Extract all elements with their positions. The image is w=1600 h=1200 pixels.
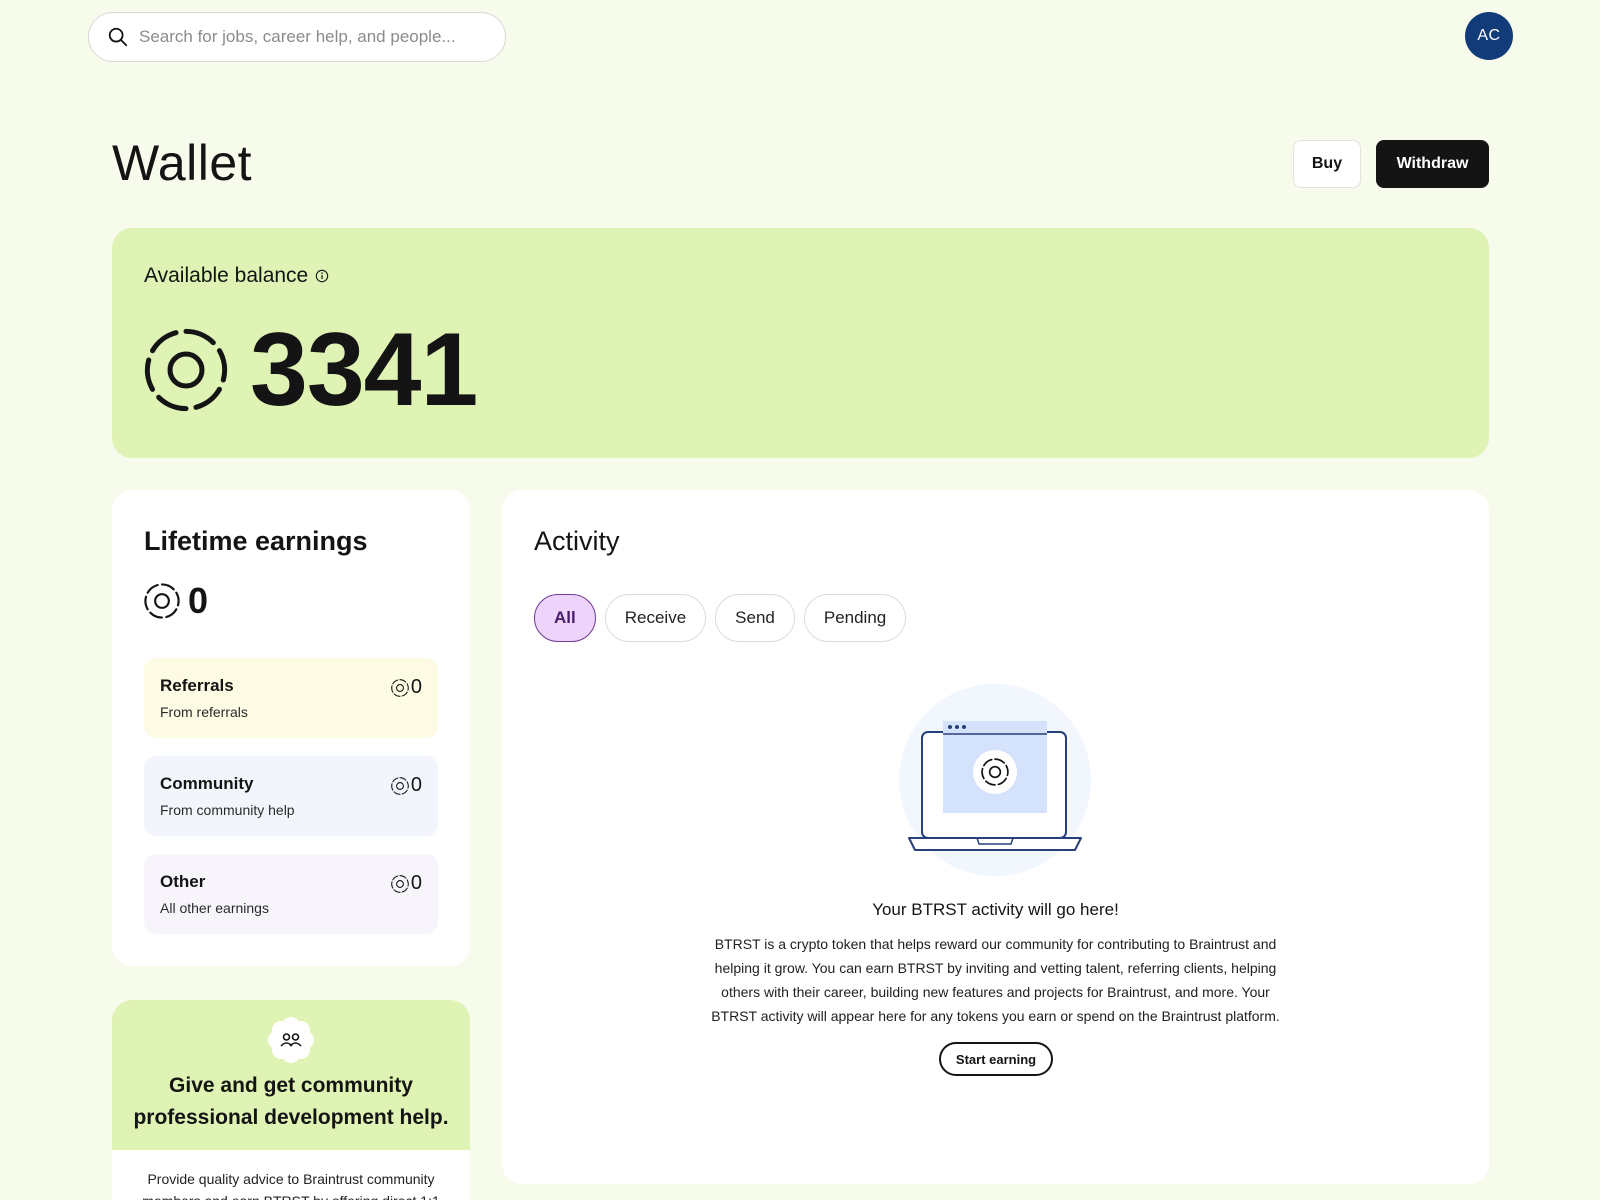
earning-amount-value: 0	[410, 676, 422, 698]
promo-headline: Give and get community professional deve…	[112, 1070, 470, 1134]
lifetime-earnings-card: Lifetime earnings 0 Referrals From refer…	[112, 490, 470, 966]
earning-desc: From community help	[160, 802, 295, 818]
community-people-icon	[268, 1017, 314, 1063]
activity-title: Activity	[534, 526, 620, 556]
lifetime-total: 0	[144, 580, 208, 622]
activity-tabs: All Receive Send Pending	[534, 594, 907, 642]
activity-card: Activity All Receive Send Pending Your B…	[502, 490, 1489, 1184]
community-promo-card: Give and get community professional deve…	[112, 1000, 470, 1200]
promo-text: Provide quality advice to Braintrust com…	[142, 1171, 440, 1200]
tab-all[interactable]: All	[534, 594, 596, 642]
earning-amount-value: 0	[410, 872, 422, 894]
tab-pending[interactable]: Pending	[803, 594, 907, 642]
promo-header: Give and get community professional deve…	[112, 1000, 470, 1150]
btrst-token-icon	[144, 328, 228, 412]
promo-headline-line: professional development help.	[133, 1106, 449, 1129]
search-bar[interactable]	[88, 12, 506, 62]
earning-item-referrals: Referrals From referrals 0	[144, 658, 438, 738]
balance-card: Available balance 3341	[112, 228, 1489, 458]
earning-desc: All other earnings	[160, 900, 269, 916]
buy-button[interactable]: Buy	[1293, 140, 1361, 188]
earning-name: Other	[160, 872, 206, 891]
search-icon	[108, 27, 128, 47]
balance-amount-row: 3341	[144, 312, 478, 428]
earning-name: Referrals	[160, 676, 234, 695]
lifetime-title: Lifetime earnings	[144, 526, 368, 556]
btrst-token-icon	[391, 679, 409, 697]
avatar[interactable]: AC	[1465, 12, 1513, 60]
earning-item-community: Community From community help 0	[144, 756, 438, 836]
balance-value: 3341	[250, 312, 478, 428]
earning-name: Community	[160, 774, 254, 793]
search-input[interactable]	[139, 27, 479, 47]
earning-amount: 0	[391, 676, 422, 699]
earning-item-other: Other All other earnings 0	[144, 854, 438, 934]
earning-amount: 0	[391, 872, 422, 895]
promo-headline-line: Give and get community	[169, 1074, 413, 1097]
laptop-illustration	[899, 684, 1091, 876]
earning-desc: From referrals	[160, 704, 248, 720]
btrst-token-icon	[144, 583, 180, 619]
earning-amount: 0	[391, 774, 422, 797]
lifetime-total-value: 0	[188, 580, 209, 621]
btrst-token-icon	[391, 777, 409, 795]
tab-send[interactable]: Send	[715, 594, 795, 642]
btrst-token-icon	[391, 875, 409, 893]
withdraw-button[interactable]: Withdraw	[1376, 140, 1489, 188]
start-earning-button[interactable]: Start earning	[939, 1042, 1053, 1076]
balance-label: Available balance	[144, 264, 309, 287]
earning-amount-value: 0	[410, 774, 422, 796]
info-icon[interactable]	[315, 269, 329, 283]
tab-receive[interactable]: Receive	[604, 594, 707, 642]
empty-state-title: Your BTRST activity will go here!	[872, 900, 1119, 919]
balance-label-row: Available balance	[144, 264, 329, 288]
page-title: Wallet	[112, 135, 253, 191]
empty-state-text: BTRST is a crypto token that helps rewar…	[711, 936, 1280, 1024]
